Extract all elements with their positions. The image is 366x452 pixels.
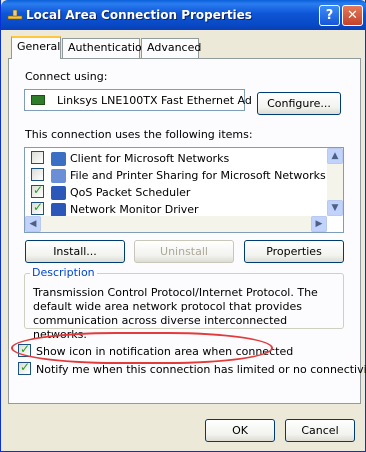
close-button[interactable]: ✕ (342, 5, 363, 26)
show-icon-label: Show icon in notification area when conn… (36, 345, 294, 358)
item-label: File and Printer Sharing for Microsoft N… (70, 169, 326, 182)
tab-advanced[interactable]: Advanced (141, 38, 201, 58)
description-title: Description (30, 266, 97, 279)
check-icon: ✓ (20, 342, 31, 356)
horizontal-scrollbar[interactable]: ◀ ▶ (25, 216, 327, 232)
scheduler-icon (51, 186, 66, 200)
network-connection-icon (7, 9, 23, 20)
properties-button[interactable]: Properties (244, 240, 344, 263)
notify-label: Notify me when this connection has limit… (36, 363, 366, 376)
check-icon: ✓ (33, 200, 44, 214)
network-adapter-icon (31, 95, 45, 105)
scroll-left-icon[interactable]: ◀ (25, 216, 41, 232)
install-button[interactable]: Install... (25, 240, 125, 263)
components-list[interactable]: Client for Microsoft Networks File and P… (24, 147, 344, 233)
item-checkbox[interactable] (31, 151, 44, 164)
help-button[interactable]: ? (319, 5, 340, 26)
title-bar[interactable]: Local Area Connection Properties ? ✕ (1, 0, 366, 30)
vertical-scrollbar[interactable]: ▲ ▼ (327, 148, 343, 216)
configure-button[interactable]: Configure... (257, 92, 341, 115)
window-title: Local Area Connection Properties (26, 8, 252, 22)
cancel-button[interactable]: Cancel (285, 419, 355, 442)
item-checkbox[interactable]: ✓ (31, 200, 44, 215)
uninstall-button: Uninstall (134, 240, 234, 263)
printer-icon (51, 169, 66, 183)
item-checkbox[interactable] (31, 168, 44, 181)
scroll-right-icon[interactable]: ▶ (311, 216, 327, 232)
tab-general[interactable]: General (11, 36, 61, 59)
item-label: Network Monitor Driver (70, 203, 199, 216)
check-icon: ✓ (20, 360, 31, 374)
items-label: This connection uses the following items… (25, 128, 253, 141)
tab-authentication[interactable]: Authentication (62, 38, 149, 58)
item-checkbox[interactable]: ✓ (31, 183, 44, 198)
scroll-up-icon[interactable]: ▲ (327, 148, 343, 164)
description-text: Transmission Control Protocol/Internet P… (33, 286, 318, 341)
properties-dialog: Local Area Connection Properties ? ✕ Gen… (0, 0, 366, 452)
item-label: QoS Packet Scheduler (70, 186, 191, 199)
item-label: Client for Microsoft Networks (70, 152, 230, 165)
adapter-name: Linksys LNE100TX Fast Ethernet Ad (57, 94, 252, 107)
connect-using-label: Connect using: (25, 70, 108, 83)
adapter-field: Linksys LNE100TX Fast Ethernet Ad (24, 89, 252, 111)
description-group: Description Transmission Control Protoco… (24, 266, 344, 341)
scroll-down-icon[interactable]: ▼ (327, 200, 343, 216)
check-icon: ✓ (33, 183, 44, 197)
ok-button[interactable]: OK (205, 419, 275, 442)
show-icon-checkbox[interactable]: ✓ (18, 342, 31, 357)
network-monitor-icon (51, 203, 66, 217)
network-client-icon (51, 152, 66, 166)
notify-checkbox[interactable]: ✓ (18, 360, 31, 375)
